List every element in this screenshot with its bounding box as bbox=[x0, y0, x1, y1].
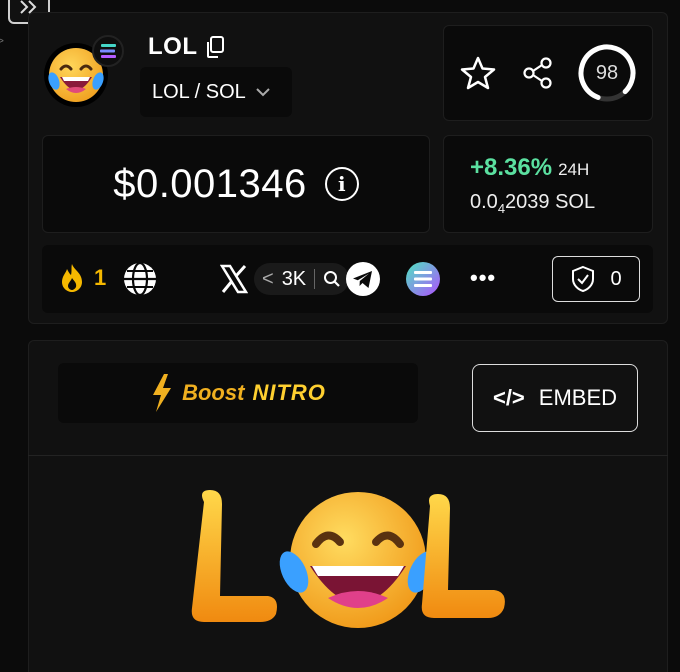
share-icon[interactable] bbox=[522, 57, 554, 94]
social-bar: 1 < 3K ••• 0 bbox=[42, 245, 653, 313]
change-period: 24H bbox=[558, 160, 590, 179]
score-value: 98 bbox=[595, 61, 619, 84]
x-profile: < 3K bbox=[220, 261, 350, 297]
star-icon[interactable] bbox=[460, 56, 496, 95]
lol-banner-image bbox=[191, 490, 505, 628]
hot-count: 1 bbox=[94, 265, 107, 290]
telegram-link[interactable] bbox=[345, 261, 381, 297]
website-link[interactable] bbox=[122, 261, 158, 297]
x-logo-icon[interactable] bbox=[220, 264, 248, 294]
token-price: $0.001346 bbox=[113, 161, 307, 206]
lightning-icon bbox=[153, 374, 172, 412]
nitro-label: NITRO bbox=[252, 380, 326, 405]
boost-nitro-button[interactable]: Boost NITRO bbox=[58, 363, 418, 423]
globe-icon bbox=[124, 261, 156, 297]
side-marker: > bbox=[0, 36, 4, 47]
x-arrow: < bbox=[262, 267, 274, 290]
solscan-link[interactable] bbox=[405, 261, 441, 297]
embed-button[interactable]: </> EMBED bbox=[472, 364, 638, 432]
x-followers-count: 3K bbox=[281, 267, 307, 290]
hot-indicator[interactable]: 1 bbox=[60, 263, 106, 293]
search-icon[interactable] bbox=[323, 270, 341, 288]
pair-label: LOL / SOL bbox=[152, 80, 246, 103]
info-icon[interactable]: i bbox=[324, 167, 359, 201]
shield-check-icon bbox=[572, 265, 595, 293]
code-icon: </> bbox=[492, 385, 525, 410]
solana-explorer-icon bbox=[406, 262, 440, 296]
chevron-down-icon bbox=[256, 88, 270, 97]
audit-button[interactable]: 0 bbox=[552, 256, 640, 302]
sol-price: 0.042039 SOL bbox=[470, 191, 596, 216]
fire-icon bbox=[62, 264, 82, 292]
price-change-percent: +8.36% bbox=[470, 154, 553, 181]
token-name: LOL bbox=[148, 33, 198, 60]
telegram-icon bbox=[346, 262, 380, 296]
pill-divider bbox=[314, 269, 316, 289]
x-followers-pill[interactable]: < 3K bbox=[254, 263, 350, 295]
chain-badge bbox=[92, 35, 124, 67]
boost-label: Boost bbox=[182, 380, 245, 405]
score-gauge[interactable]: 98 bbox=[576, 42, 638, 104]
price-card: $0.001346 i bbox=[42, 135, 430, 233]
token-header: LOL LOL / SOL bbox=[42, 25, 430, 125]
change-card: +8.36% 24H 0.042039 SOL bbox=[443, 135, 653, 233]
solana-icon bbox=[100, 44, 116, 58]
copy-icon[interactable] bbox=[204, 35, 226, 64]
embed-label: EMBED bbox=[538, 385, 618, 410]
audit-count: 0 bbox=[610, 267, 622, 290]
token-actions: 98 bbox=[443, 25, 653, 121]
more-button[interactable]: ••• bbox=[470, 265, 496, 291]
pair-select[interactable]: LOL / SOL bbox=[140, 67, 292, 117]
panel-divider bbox=[28, 455, 668, 456]
